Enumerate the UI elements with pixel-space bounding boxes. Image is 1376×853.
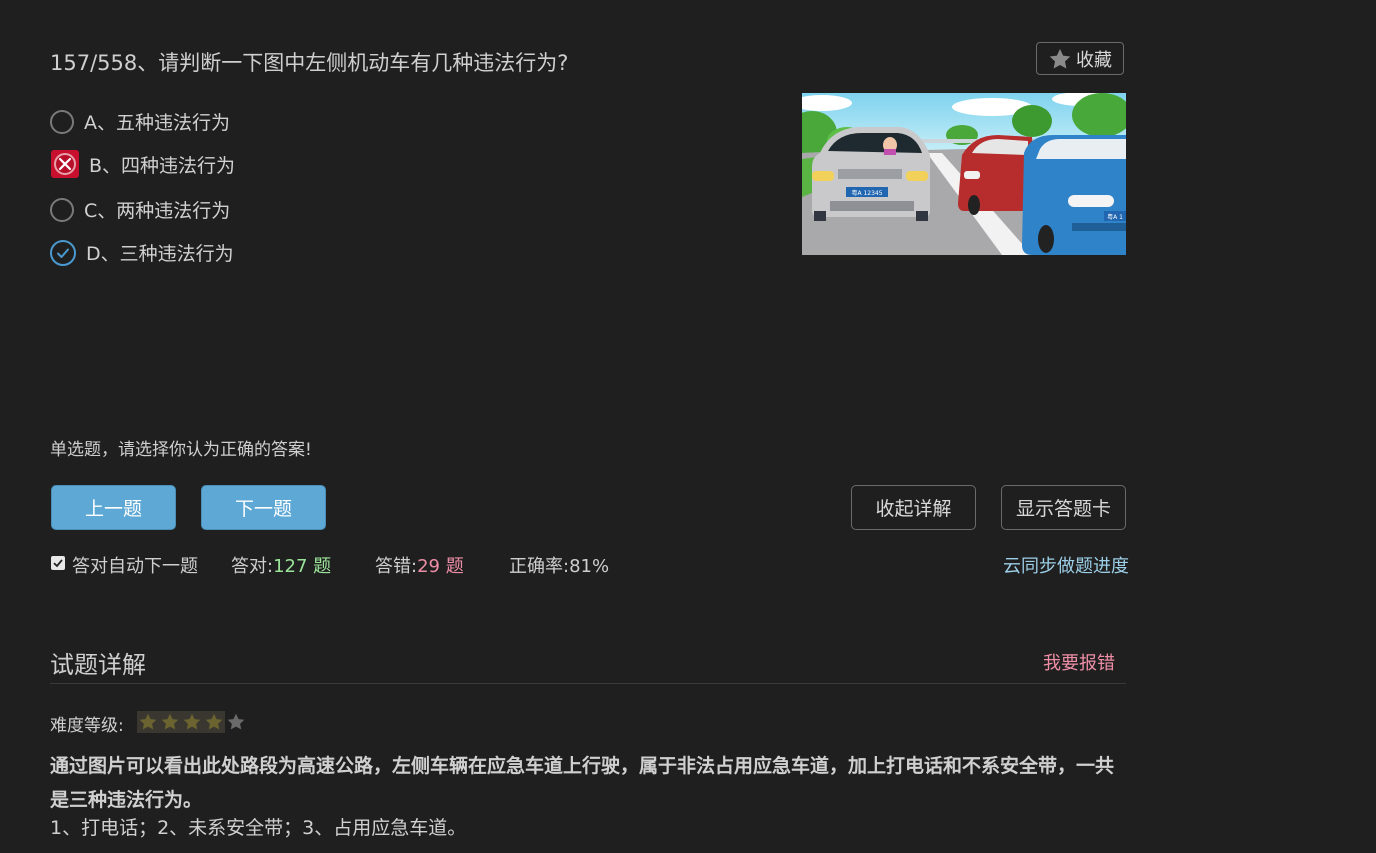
correct-label: 答对: [231, 556, 274, 577]
question-title: 157/558、请判断一下图中左侧机动车有几种违法行为? [50, 51, 569, 75]
option-label: B、四种违法行为 [89, 154, 236, 177]
star-icon [137, 711, 159, 733]
wrong-label: 答错: [375, 556, 418, 577]
report-error-link[interactable]: 我要报错 [1043, 649, 1115, 675]
star-icon [1049, 48, 1071, 68]
favorite-label: 收藏 [1076, 49, 1112, 71]
radio-icon[interactable] [50, 109, 74, 134]
auto-next-checkbox[interactable] [51, 556, 65, 570]
sync-progress-link[interactable]: 云同步做题进度 [1003, 552, 1129, 578]
difficulty-label: 难度等级: [50, 716, 124, 736]
star-icon [203, 711, 225, 733]
star-icon [227, 713, 245, 730]
show-answer-card-button[interactable]: 显示答题卡 [1001, 485, 1126, 530]
question-image: 粤A 12345 粤A 1 [802, 93, 1126, 255]
option-a[interactable]: A、五种违法行为 [50, 108, 230, 135]
star-icon [159, 711, 181, 733]
difficulty-rating [137, 711, 247, 733]
collapse-explanation-button[interactable]: 收起详解 [851, 485, 976, 530]
rate-label: 正确率: [509, 556, 570, 577]
explanation-title: 试题详解 [50, 651, 146, 679]
rate-value: 81% [569, 556, 610, 577]
check-icon [53, 559, 63, 568]
next-button[interactable]: 下一题 [201, 485, 326, 530]
plate-left-text: 粤A 12345 [851, 189, 882, 197]
wrong-count: 答错:29 题 [375, 552, 464, 578]
radio-icon[interactable] [50, 197, 74, 222]
auto-next-label[interactable]: 答对自动下一题 [72, 552, 198, 578]
accuracy-rate: 正确率:81% [509, 552, 609, 578]
option-d[interactable]: D、三种违法行为 [50, 239, 234, 266]
explanation-detail: 1、打电话；2、未系安全带；3、占用应急车道。 [50, 817, 467, 839]
correct-count: 答对:127 题 [231, 552, 331, 578]
question-type-hint: 单选题，请选择你认为正确的答案! [50, 440, 312, 460]
plate-right-text: 粤A 1 [1107, 213, 1123, 221]
divider [50, 683, 1126, 684]
option-label: A、五种违法行为 [84, 112, 230, 134]
x-icon[interactable] [51, 150, 79, 178]
favorite-button[interactable]: 收藏 [1036, 42, 1124, 75]
wrong-value: 29 题 [417, 556, 464, 577]
prev-button[interactable]: 上一题 [51, 485, 176, 530]
option-label: C、两种违法行为 [84, 200, 231, 222]
check-icon[interactable] [50, 239, 76, 266]
correct-value: 127 题 [273, 556, 332, 577]
explanation-text: 通过图片可以看出此处路段为高速公路，左侧车辆在应急车道上行驶，属于非法占用应急车… [50, 755, 1115, 811]
option-label: D、三种违法行为 [86, 243, 234, 265]
star-icon [181, 711, 203, 733]
option-b[interactable]: B、四种违法行为 [51, 150, 235, 178]
option-c[interactable]: C、两种违法行为 [50, 196, 230, 223]
